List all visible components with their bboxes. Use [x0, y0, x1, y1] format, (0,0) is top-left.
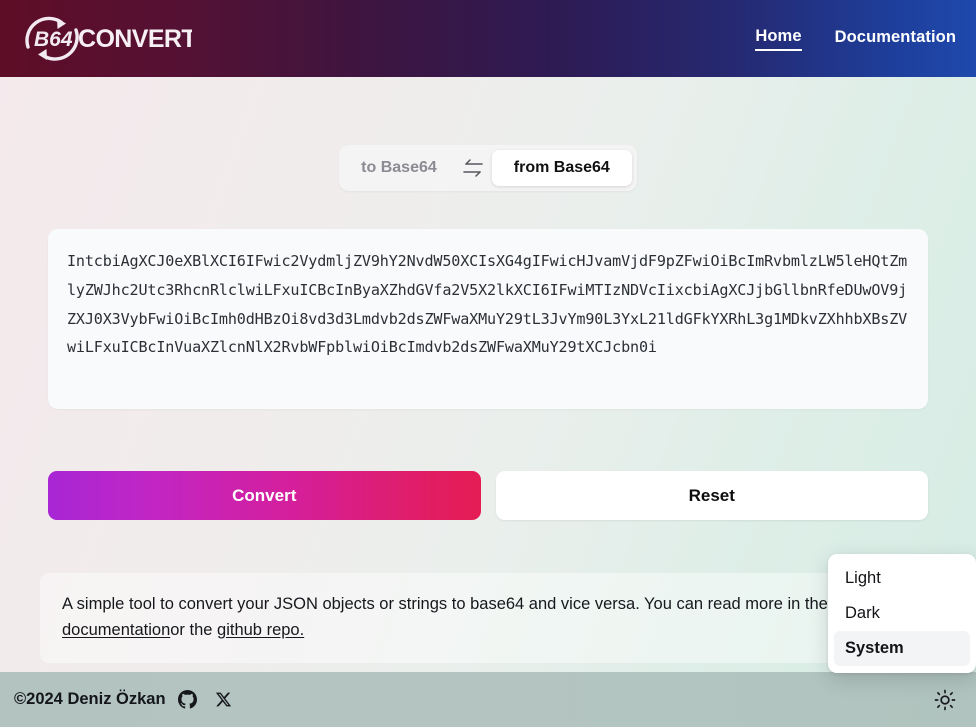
info-link-github[interactable]: github repo.: [217, 621, 304, 639]
footer-left: ©2024 Deniz Özkan: [14, 690, 232, 709]
theme-option-dark[interactable]: Dark: [834, 596, 970, 631]
theme-option-light[interactable]: Light: [834, 561, 970, 596]
switch-option-to-base64[interactable]: to Base64: [344, 150, 454, 186]
base64-input[interactable]: IntcbiAgXCJ0eXBlXCI6IFwic2VydmljZV9hY2Nv…: [67, 247, 910, 362]
theme-toggle-button[interactable]: [934, 689, 960, 711]
mode-switch: to Base64 from Base64: [339, 145, 637, 191]
editor-container: IntcbiAgXCJ0eXBlXCI6IFwic2VydmljZV9hY2Nv…: [0, 229, 976, 409]
logo-icon: B64 CONVERTER: [25, 16, 192, 61]
svg-text:CONVERTER: CONVERTER: [78, 25, 192, 53]
convert-button[interactable]: Convert: [48, 471, 481, 520]
svg-text:B64: B64: [34, 28, 73, 51]
copyright-text: ©2024 Deniz Özkan: [14, 690, 166, 708]
swap-arrows-icon[interactable]: [456, 158, 490, 178]
nav-link-documentation[interactable]: Documentation: [835, 28, 956, 50]
info-text-middle: or the: [170, 621, 218, 639]
logo[interactable]: B64 CONVERTER: [14, 12, 192, 66]
nav-link-home[interactable]: Home: [755, 27, 802, 51]
theme-dropdown-menu: Light Dark System: [828, 554, 976, 673]
x-twitter-icon[interactable]: [215, 691, 232, 708]
github-icon[interactable]: [177, 690, 197, 709]
info-text-before: A simple tool to convert your JSON objec…: [62, 595, 828, 613]
main-nav: Home Documentation: [755, 27, 960, 51]
theme-option-system[interactable]: System: [834, 631, 970, 666]
info-card: A simple tool to convert your JSON objec…: [40, 573, 936, 663]
site-footer: ©2024 Deniz Özkan: [0, 672, 976, 727]
action-buttons: Convert Reset: [0, 471, 976, 520]
mode-switch-container: to Base64 from Base64: [0, 145, 976, 191]
site-header: B64 CONVERTER Home Documentation: [0, 0, 976, 77]
editor-panel[interactable]: IntcbiAgXCJ0eXBlXCI6IFwic2VydmljZV9hY2Nv…: [48, 229, 928, 409]
switch-option-from-base64[interactable]: from Base64: [491, 150, 632, 186]
social-links: [177, 690, 232, 709]
info-link-documentation[interactable]: documentation: [62, 621, 170, 639]
reset-button[interactable]: Reset: [495, 471, 928, 520]
